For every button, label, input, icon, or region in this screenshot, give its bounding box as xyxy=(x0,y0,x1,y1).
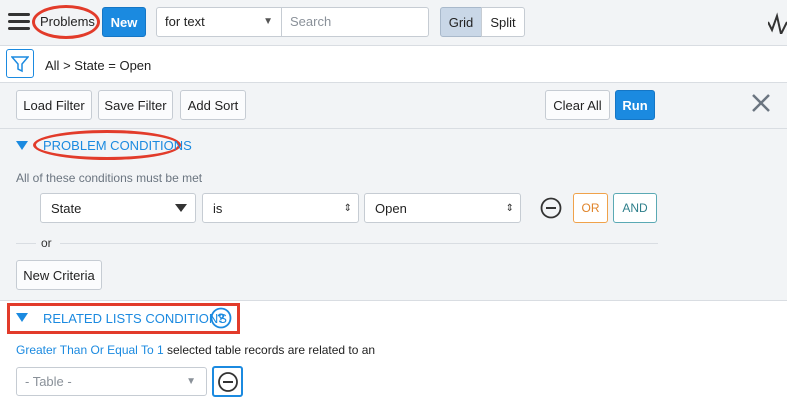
new-button[interactable]: New xyxy=(102,7,146,37)
breadcrumb-separator: > xyxy=(63,58,71,73)
condition-operator-value: is xyxy=(213,201,223,216)
related-lists-description: selected table records are related to an xyxy=(166,343,376,357)
updown-icon: ⇕ xyxy=(505,203,514,214)
table-select-placeholder: - Table - xyxy=(25,374,72,389)
or-divider-right xyxy=(60,243,658,244)
breadcrumb: All > State = Open xyxy=(45,58,151,73)
condition-value-value: Open xyxy=(375,201,407,216)
load-filter-button[interactable]: Load Filter xyxy=(16,90,92,120)
table-select[interactable]: - Table - ▼ xyxy=(16,367,207,396)
filter-toggle-button[interactable] xyxy=(6,49,34,78)
or-divider-left xyxy=(16,243,36,244)
collapse-triangle-icon[interactable] xyxy=(16,313,28,322)
new-criteria-button[interactable]: New Criteria xyxy=(16,260,102,290)
activity-icon[interactable] xyxy=(768,12,787,34)
remove-condition-icon[interactable] xyxy=(540,197,562,219)
updown-icon: ⇕ xyxy=(343,203,352,214)
search-field-value: for text xyxy=(165,14,205,29)
remove-related-list-button[interactable] xyxy=(212,366,243,397)
condition-field-select[interactable]: State xyxy=(40,193,196,223)
quantifier-link[interactable]: Greater Than Or Equal To 1 xyxy=(16,343,164,357)
close-icon[interactable] xyxy=(750,92,772,114)
collapse-triangle-icon[interactable] xyxy=(16,141,28,150)
or-divider-label: or xyxy=(41,236,52,250)
clear-all-button[interactable]: Clear All xyxy=(545,90,610,120)
menu-icon[interactable] xyxy=(8,13,30,31)
svg-text:?: ? xyxy=(217,311,225,326)
save-filter-button[interactable]: Save Filter xyxy=(98,90,173,120)
search-field-select[interactable]: for text ▼ xyxy=(156,7,282,37)
caret-down-icon: ▼ xyxy=(186,376,196,387)
funnel-icon xyxy=(11,55,29,72)
caret-down-icon: ▼ xyxy=(263,16,273,27)
and-button[interactable]: AND xyxy=(613,193,657,223)
search-input[interactable]: Search xyxy=(282,7,429,37)
problem-conditions-title[interactable]: PROBLEM CONDITIONS xyxy=(43,138,192,153)
page-title[interactable]: Problems xyxy=(40,14,95,29)
condition-field-value: State xyxy=(51,201,82,216)
related-lists-sentence: Greater Than Or Equal To 1 selected tabl… xyxy=(16,343,375,357)
condition-value-select[interactable]: Open ⇕ xyxy=(364,193,521,223)
run-button[interactable]: Run xyxy=(615,90,655,120)
condition-operator-select[interactable]: is ⇕ xyxy=(202,193,359,223)
conditions-subtitle: All of these conditions must be met xyxy=(16,171,203,185)
help-icon[interactable]: ? xyxy=(210,307,232,329)
minus-circle-icon xyxy=(217,371,238,392)
add-sort-button[interactable]: Add Sort xyxy=(180,90,246,120)
caret-down-icon xyxy=(175,204,187,212)
split-view-button[interactable]: Split xyxy=(481,7,525,37)
related-lists-title[interactable]: RELATED LISTS CONDITIONS xyxy=(43,311,227,326)
or-button[interactable]: OR xyxy=(573,193,608,223)
breadcrumb-condition[interactable]: State = Open xyxy=(74,58,151,73)
grid-view-button[interactable]: Grid xyxy=(440,7,482,37)
breadcrumb-root[interactable]: All xyxy=(45,58,59,73)
